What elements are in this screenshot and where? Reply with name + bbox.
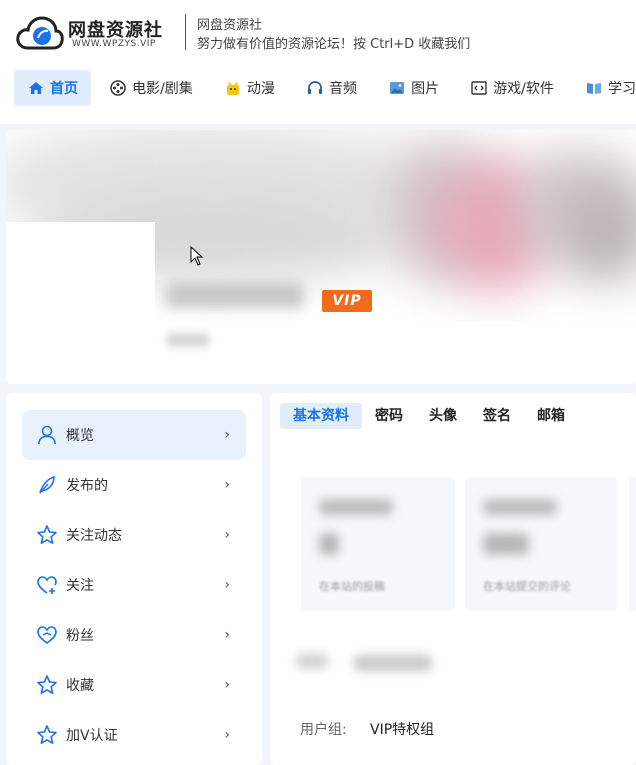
sidebar-item-verification[interactable]: 加V认证 › [22, 710, 246, 760]
tagline-title: 网盘资源社 [197, 18, 263, 33]
image-icon [388, 79, 406, 97]
site-header: 网盘资源社 WWW.WPZYS.VIP 网盘资源社 努力做有价值的资源论坛！按 … [0, 0, 636, 124]
vip-badge: VIP [322, 290, 372, 312]
nav-item-label: 音频 [329, 81, 357, 97]
sidebar-item-label: 概览 [66, 428, 94, 444]
chevron-right-icon: › [224, 727, 230, 743]
tab-password[interactable]: 密码 [362, 403, 416, 429]
stat-description: 在本站提交的评论 [483, 580, 571, 593]
chevron-right-icon: › [224, 427, 230, 443]
stat-value-blurred [483, 533, 529, 555]
code-window-icon [470, 79, 488, 97]
profile-tabs: 基本资料 密码 头像 签名 邮箱 [280, 403, 578, 429]
field-label-blurred [296, 653, 328, 669]
stat-label-blurred [483, 499, 557, 515]
user-group-value: VIP特权组 [370, 722, 435, 738]
tab-avatar[interactable]: 头像 [416, 403, 470, 429]
nav-item-label: 学习 [608, 81, 636, 97]
sidebar-item-label: 关注 [66, 578, 94, 594]
heart-link-icon [36, 624, 58, 646]
nav-item-label: 电影/剧集 [132, 81, 193, 97]
tagline-subtitle: 努力做有价值的资源论坛！按 Ctrl+D 收藏我们 [197, 37, 471, 52]
nav-item-label: 游戏/软件 [493, 81, 554, 97]
sidebar-item-label: 发布的 [66, 478, 108, 494]
site-logo[interactable]: 网盘资源社 WWW.WPZYS.VIP [16, 12, 166, 54]
heart-plus-icon [36, 574, 58, 596]
profile-main-panel: 基本资料 密码 头像 签名 邮箱 在本站的投稿 在本站提交的评论 用户组: VIP特权组 [270, 393, 636, 765]
stat-description: 在本站的投稿 [319, 580, 385, 593]
chevron-right-icon: › [224, 527, 230, 543]
header-divider [185, 14, 186, 50]
nav-item-study[interactable]: 学习 [572, 70, 636, 106]
chevron-right-icon: › [224, 577, 230, 593]
sidebar-item-fans[interactable]: 粉丝 › [22, 610, 246, 660]
sidebar-item-overview[interactable]: 概览 › [22, 410, 246, 460]
sidebar-item-following[interactable]: 关注 › [22, 560, 246, 610]
nav-item-audio[interactable]: 音频 [293, 70, 370, 106]
stat-card-comments: 在本站提交的评论 [465, 477, 617, 611]
stat-card-posts: 在本站的投稿 [301, 477, 455, 611]
sidebar-item-published[interactable]: 发布的 › [22, 460, 246, 510]
home-icon [27, 79, 45, 97]
chevron-right-icon: › [224, 627, 230, 643]
nav-item-movies[interactable]: 电影/剧集 [96, 70, 206, 106]
sidebar-item-label: 关注动态 [66, 528, 122, 544]
profile-sidebar: 概览 › 发布的 › 关注动态 › 关注 › 粉丝 › 收藏 › 加V认证 › [6, 393, 262, 765]
nav-item-label: 首页 [50, 81, 78, 97]
avatar[interactable] [6, 222, 155, 384]
cloud-logo-icon [16, 16, 64, 50]
field-value-blurred [354, 655, 432, 671]
profile-banner: VIP [6, 130, 636, 384]
stat-label-blurred [319, 499, 393, 515]
star-icon [36, 724, 58, 746]
user-subtitle-blurred [166, 333, 210, 347]
sidebar-item-label: 粉丝 [66, 628, 94, 644]
stat-value-blurred [319, 533, 339, 555]
tab-basic-info[interactable]: 基本资料 [280, 403, 362, 429]
star-icon [36, 524, 58, 546]
tab-signature[interactable]: 签名 [470, 403, 524, 429]
user-group-label: 用户组: [300, 722, 347, 738]
nav-item-games-software[interactable]: 游戏/软件 [457, 70, 567, 106]
tab-email[interactable]: 邮箱 [524, 403, 578, 429]
sidebar-item-follow-feed[interactable]: 关注动态 › [22, 510, 246, 560]
logo-domain: WWW.WPZYS.VIP [72, 39, 156, 49]
sidebar-item-favorites[interactable]: 收藏 › [22, 660, 246, 710]
sidebar-item-label: 收藏 [66, 678, 94, 694]
chevron-right-icon: › [224, 677, 230, 693]
anime-icon [224, 79, 242, 97]
star-icon [36, 674, 58, 696]
main-nav: 首页 电影/剧集 动漫 音频 图片 游戏/软件 学习 [14, 70, 636, 106]
headphones-icon [306, 79, 324, 97]
nav-item-label: 图片 [411, 81, 440, 97]
nav-item-home[interactable]: 首页 [14, 70, 91, 106]
chevron-right-icon: › [224, 477, 230, 493]
mouse-cursor-icon [190, 246, 204, 266]
feather-icon [36, 474, 58, 496]
user-icon [36, 424, 58, 446]
nav-item-label: 动漫 [246, 81, 275, 97]
nav-item-images[interactable]: 图片 [375, 70, 452, 106]
book-icon [585, 79, 603, 97]
sidebar-item-label: 加V认证 [66, 728, 118, 744]
nav-item-anime[interactable]: 动漫 [211, 70, 288, 106]
film-reel-icon [109, 79, 127, 97]
stat-card-partial [629, 477, 636, 611]
username-blurred [166, 282, 304, 308]
